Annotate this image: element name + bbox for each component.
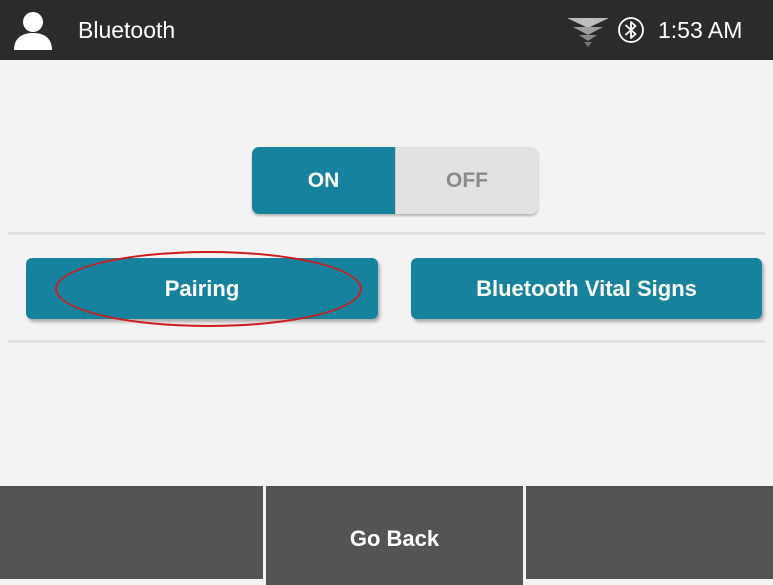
clock: 1:53 AM <box>658 17 743 43</box>
bluetooth-toggle[interactable]: ON OFF <box>252 147 538 214</box>
divider <box>8 340 765 343</box>
softkey-right[interactable] <box>526 486 773 579</box>
toggle-on-button[interactable]: ON <box>252 147 395 214</box>
status-bar: Bluetooth 1:53 AM <box>0 0 773 60</box>
user-icon[interactable] <box>12 9 54 51</box>
divider <box>8 232 765 235</box>
toggle-off-button[interactable]: OFF <box>395 147 538 214</box>
bluetooth-vital-signs-button[interactable]: Bluetooth Vital Signs <box>411 258 762 319</box>
bottom-softkey-bar: Go Back <box>0 486 773 585</box>
go-back-button[interactable]: Go Back <box>263 486 526 585</box>
pairing-button[interactable]: Pairing <box>26 258 378 319</box>
signal-icon <box>567 18 609 47</box>
bluetooth-icon <box>618 17 644 43</box>
screen-title: Bluetooth <box>78 17 176 43</box>
softkey-left[interactable] <box>0 486 263 579</box>
